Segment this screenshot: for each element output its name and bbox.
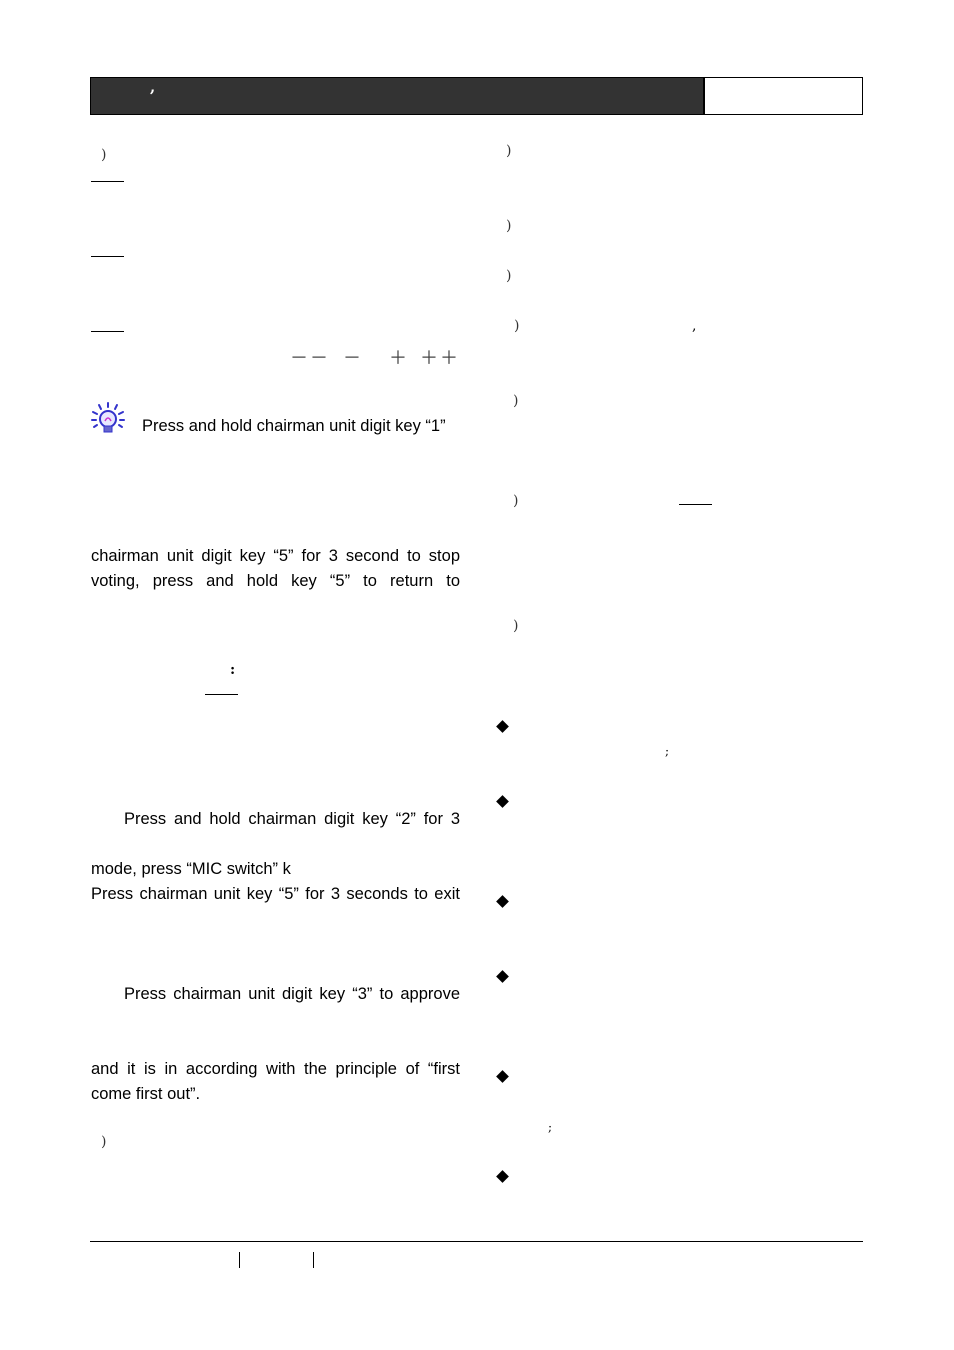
paragraph-text: Press chairman unit key “5” for 3 second…: [91, 885, 460, 903]
underline-blank: [91, 181, 124, 182]
list-paren: ): [101, 147, 107, 163]
scale-minus: －: [343, 348, 363, 369]
comma-mark: ,: [692, 318, 697, 334]
footer-separator: [239, 1252, 240, 1268]
list-paren: ): [506, 268, 512, 284]
lightbulb-tip-icon: [90, 401, 126, 435]
footer-rule: [90, 1241, 863, 1242]
semicolon-mark: ;: [548, 1120, 553, 1134]
paragraph-text: come first out”.: [91, 1085, 201, 1103]
diamond-bullet-icon: [496, 795, 509, 808]
list-paren: ): [513, 618, 519, 634]
tip-text: Press and hold chairman unit digit key “…: [142, 417, 446, 435]
header-bar: [90, 77, 704, 115]
list-paren: ): [506, 218, 512, 234]
diamond-bullet-icon: [496, 1070, 509, 1083]
list-paren: ): [514, 318, 520, 334]
paragraph-text: and it is in according with the principl…: [91, 1060, 460, 1078]
scale-minus-minus: －－: [290, 348, 330, 369]
colon-mark: :: [230, 662, 236, 678]
paragraph-text: mode, press “MIC switch” k: [91, 860, 291, 878]
diamond-bullet-icon: [496, 970, 509, 983]
diamond-bullet-icon: [496, 720, 509, 733]
scale-plus: ＋: [389, 348, 409, 369]
paragraph-text: Press and hold chairman digit key “2” fo…: [124, 810, 460, 828]
scale-plus-plus: ＋＋: [420, 348, 460, 369]
header-mark: ,: [150, 78, 156, 96]
footer-separator: [313, 1252, 314, 1268]
paragraph-text: Press chairman unit digit key “3” to app…: [124, 985, 460, 1003]
diamond-bullet-icon: [496, 1170, 509, 1183]
underline-blank: [91, 331, 124, 332]
list-paren: ): [101, 1134, 107, 1150]
header-page-box: [704, 77, 863, 115]
paragraph-text: voting, press and hold key “5” to return…: [91, 572, 460, 590]
list-paren: ): [513, 393, 519, 409]
semicolon-mark: ;: [665, 744, 670, 758]
list-paren: ): [513, 493, 519, 509]
list-paren: ): [506, 143, 512, 159]
underline-blank: [91, 256, 124, 257]
underline-blank: [679, 504, 712, 505]
underline-blank: [205, 694, 238, 695]
paragraph-text: chairman unit digit key “5” for 3 second…: [91, 547, 460, 565]
diamond-bullet-icon: [496, 895, 509, 908]
